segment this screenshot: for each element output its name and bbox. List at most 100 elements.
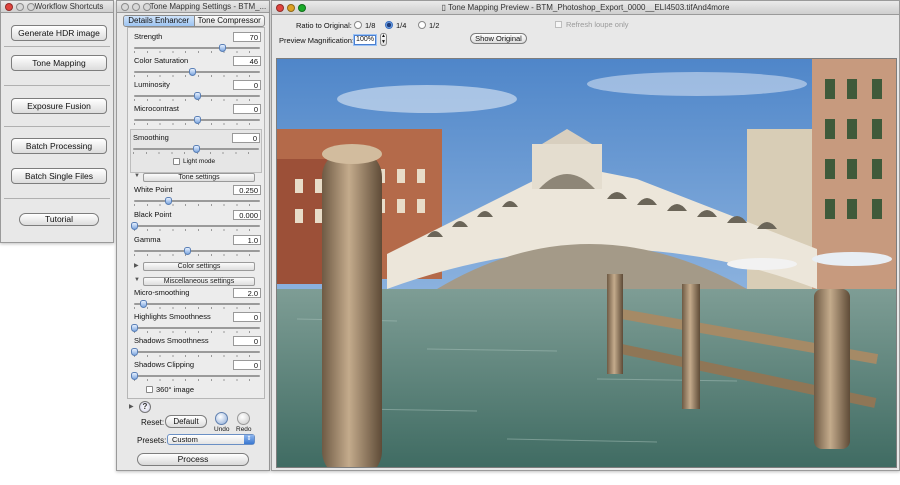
preview-image[interactable] (276, 58, 897, 468)
light-mode-label: Light mode (183, 158, 216, 165)
shadows-smoothness-label: Shadows Smoothness (134, 336, 209, 345)
slider-knob[interactable] (193, 145, 200, 153)
slider-ticks (134, 307, 260, 309)
slider-track[interactable] (134, 200, 260, 202)
refresh-loupe-checkbox[interactable]: Refresh loupe only (555, 20, 629, 29)
default-button[interactable]: Default (165, 415, 207, 428)
preview-titlebar[interactable]: ▯ Tone Mapping Preview - BTM_Photoshop_E… (272, 1, 899, 15)
image-360-checkbox[interactable]: 360° image (146, 385, 194, 394)
slider-knob[interactable] (194, 116, 201, 124)
disclosure-triangle-icon[interactable]: ▶ (134, 262, 139, 269)
strength-field[interactable]: 70 (233, 32, 261, 42)
light-mode-checkbox[interactable]: Light mode (173, 158, 215, 165)
slider-knob[interactable] (131, 372, 138, 380)
microcontrast-field[interactable]: 0 (233, 104, 261, 114)
shadows-clipping-slider-row: Shadows Clipping 0 (131, 360, 262, 382)
slider-ticks (134, 229, 260, 231)
tone-mapping-button[interactable]: Tone Mapping (11, 55, 107, 71)
black-point-label: Black Point (134, 210, 172, 219)
show-original-button[interactable]: Show Original (470, 33, 527, 44)
help-icon[interactable]: ? (139, 401, 151, 413)
black-point-field[interactable]: 0.000 (233, 210, 261, 220)
gamma-field[interactable]: 1.0 (233, 235, 261, 245)
magnification-input[interactable]: 100% (354, 35, 376, 45)
ratio-1-2-label: 1/2 (429, 21, 440, 30)
slider-knob[interactable] (139, 300, 147, 308)
ratio-1-4-label: 1/4 (396, 21, 407, 30)
micro-smoothing-slider-row: Micro-smoothing 2.0 (132, 288, 262, 310)
slider-track[interactable] (134, 303, 260, 305)
checkbox-box[interactable] (555, 21, 562, 28)
slider-track[interactable] (134, 351, 260, 353)
ratio-1-4-radio[interactable] (385, 21, 393, 29)
slider-ticks (134, 204, 260, 206)
settings-title: Tone Mapping Settings - BTM_... (149, 2, 267, 11)
batch-processing-button[interactable]: Batch Processing (11, 138, 107, 154)
shadows-smoothness-field[interactable]: 0 (233, 336, 261, 346)
micro-smoothing-label: Micro-smoothing (134, 288, 190, 297)
tone-settings-button[interactable]: Tone settings (143, 173, 255, 182)
misc-settings-button[interactable]: Miscellaneous settings (143, 277, 255, 286)
slider-knob[interactable] (165, 197, 173, 205)
slider-ticks (134, 379, 260, 381)
slider-knob[interactable] (131, 222, 138, 230)
slider-knob[interactable] (219, 44, 227, 52)
micro-smoothing-field[interactable]: 2.0 (233, 288, 261, 298)
settings-titlebar[interactable]: Tone Mapping Settings - BTM_... (117, 1, 269, 13)
luminosity-field[interactable]: 0 (233, 80, 261, 90)
gamma-label: Gamma (134, 235, 161, 244)
tab-tone-compressor[interactable]: Tone Compressor (193, 16, 265, 26)
ratio-1-8-radio[interactable] (354, 21, 362, 29)
slider-ticks (134, 355, 260, 357)
slider-track[interactable] (134, 375, 260, 377)
slider-knob[interactable] (131, 324, 138, 332)
magnification-stepper[interactable]: ▲ ▼ (380, 33, 387, 46)
undo-icon[interactable] (215, 412, 228, 425)
smoothing-label: Smoothing (133, 133, 169, 142)
presets-value: Custom (172, 435, 198, 444)
highlights-smoothness-field[interactable]: 0 (233, 312, 261, 322)
color-settings-button[interactable]: Color settings (143, 262, 255, 271)
shadows-clipping-field[interactable]: 0 (233, 360, 261, 370)
magnification-label: Preview Magnification: (279, 36, 355, 45)
disclosure-triangle-icon[interactable]: ▼ (134, 173, 140, 179)
white-point-field[interactable]: 0.250 (233, 185, 261, 195)
strength-label: Strength (134, 32, 163, 41)
shadows-smoothness-slider-row: Shadows Smoothness 0 (131, 336, 262, 358)
batch-single-files-button[interactable]: Batch Single Files (11, 168, 107, 184)
smoothing-group: Smoothing 0 Light mode (130, 129, 262, 173)
slider-knob[interactable] (131, 348, 138, 356)
divider (4, 85, 110, 86)
disclosure-triangle-icon[interactable]: ▼ (134, 277, 140, 283)
checkbox-box[interactable] (173, 158, 180, 165)
exposure-fusion-button[interactable]: Exposure Fusion (11, 98, 107, 114)
slider-track[interactable] (134, 225, 260, 227)
rialto-bridge-photo (277, 59, 896, 467)
presets-select[interactable]: Custom ⇕ (167, 434, 255, 445)
ratio-1-2-radio[interactable] (418, 21, 426, 29)
slider-knob[interactable] (188, 68, 196, 76)
slider-track[interactable] (134, 250, 260, 252)
redo-label: Redo (236, 426, 252, 433)
expand-triangle-icon[interactable]: ▶ (129, 403, 134, 410)
redo-icon[interactable] (237, 412, 250, 425)
workflow-titlebar[interactable]: Workflow Shortcuts (1, 1, 113, 13)
microcontrast-slider-row: Microcontrast 0 (132, 104, 262, 126)
generate-hdr-button[interactable]: Generate HDR image (11, 25, 107, 41)
slider-track[interactable] (134, 71, 260, 73)
slider-ticks (134, 75, 260, 77)
preview-title: ▯ Tone Mapping Preview - BTM_Photoshop_E… (272, 3, 899, 12)
white-point-slider-row: White Point 0.250 (132, 185, 262, 207)
slider-track[interactable] (134, 47, 260, 49)
checkbox-box[interactable] (146, 386, 153, 393)
slider-knob[interactable] (183, 247, 191, 255)
tone-mapping-preview-window: ▯ Tone Mapping Preview - BTM_Photoshop_E… (271, 0, 900, 471)
smoothing-field[interactable]: 0 (232, 133, 260, 143)
slider-knob[interactable] (194, 92, 201, 100)
slider-track[interactable] (134, 327, 260, 329)
tab-details-enhancer[interactable]: Details Enhancer (124, 16, 194, 26)
process-button[interactable]: Process (137, 453, 249, 466)
tutorial-button[interactable]: Tutorial (19, 213, 99, 226)
reset-label: Reset: (141, 418, 165, 427)
color-saturation-field[interactable]: 46 (233, 56, 261, 66)
